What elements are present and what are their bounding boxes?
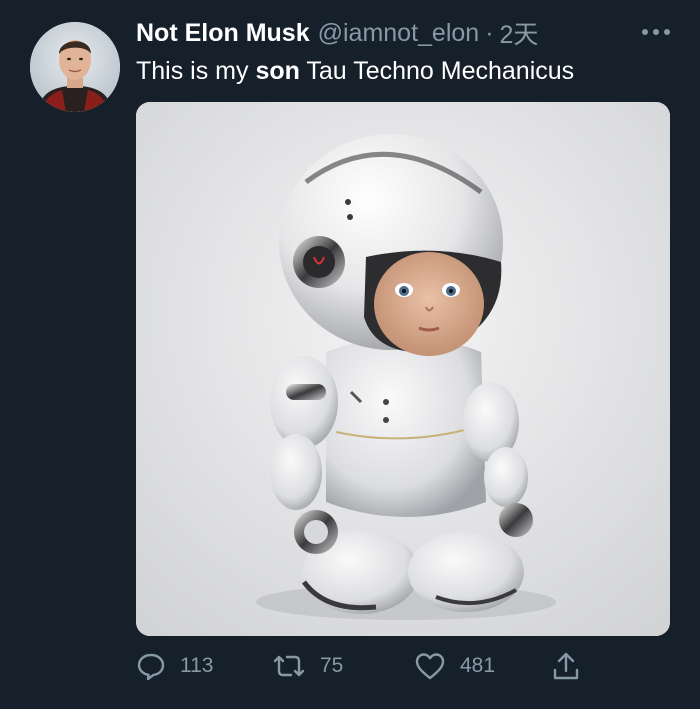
reply-button[interactable]: 113 bbox=[136, 648, 213, 684]
tweet-media-image[interactable] bbox=[136, 102, 670, 636]
tweet-time[interactable]: 2天 bbox=[500, 15, 539, 51]
tweet-text-bold: son bbox=[255, 57, 300, 85]
tweet-text: This is my son Tau Techno Mechanicus bbox=[136, 54, 574, 88]
more-dots-icon bbox=[642, 29, 670, 35]
avatar[interactable] bbox=[30, 22, 120, 112]
more-options-button[interactable] bbox=[636, 20, 676, 44]
tweet-actions: 113 75 481 bbox=[136, 648, 670, 684]
like-button[interactable]: 481 bbox=[414, 648, 495, 684]
heart-icon bbox=[415, 653, 445, 680]
retweet-arrows-icon bbox=[273, 655, 305, 677]
tweet-card[interactable]: Not Elon Musk @iamnot_elon · 2天 This is … bbox=[0, 0, 700, 709]
retweet-count: 75 bbox=[320, 654, 344, 677]
tweet-header: Not Elon Musk @iamnot_elon · 2天 bbox=[136, 16, 538, 50]
reply-bubble-icon bbox=[137, 653, 165, 681]
user-handle[interactable]: @iamnot_elon bbox=[318, 19, 480, 48]
reply-count: 113 bbox=[180, 654, 214, 677]
separator-dot: · bbox=[485, 18, 494, 47]
tweet-text-before: This is my bbox=[136, 57, 256, 85]
like-count: 481 bbox=[460, 654, 496, 677]
share-button[interactable] bbox=[552, 648, 580, 684]
share-upload-icon bbox=[553, 652, 579, 680]
retweet-button[interactable]: 75 bbox=[272, 648, 343, 684]
tweet-text-after: Tau Techno Mechanicus bbox=[299, 57, 575, 85]
display-name[interactable]: Not Elon Musk bbox=[136, 19, 310, 48]
